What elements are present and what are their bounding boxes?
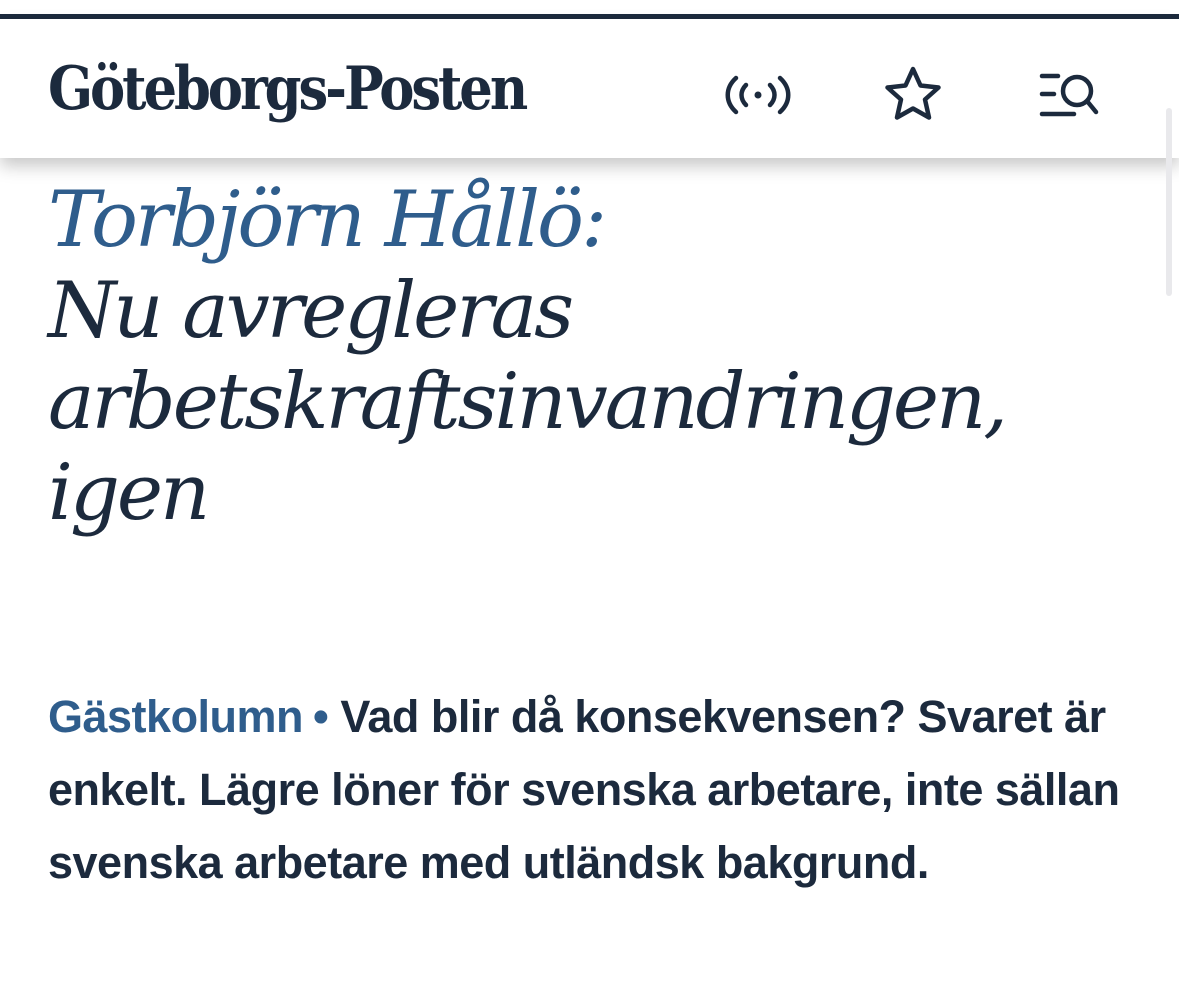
star-icon: [882, 64, 944, 126]
live-radio-icon: [722, 70, 794, 120]
menu-search-button[interactable]: [1033, 59, 1105, 131]
site-header: Göteborgs-Posten: [0, 19, 1179, 158]
site-logo[interactable]: Göteborgs-Posten: [48, 49, 528, 129]
favorites-button[interactable]: [877, 59, 949, 131]
live-button[interactable]: [722, 59, 794, 131]
article-title-line: arbetskraftsinvandringen,: [48, 357, 1008, 447]
scrollbar[interactable]: [1166, 108, 1172, 296]
article-headline: Torbjörn Hållö: Nu avregleras arbetskraf…: [48, 175, 1148, 539]
article-lead: Gästkolumn • Vad blir då konsekvensen? Sva…: [48, 680, 1138, 899]
separator-dot: •: [313, 691, 329, 742]
article-title-line: Nu avregleras: [48, 266, 574, 356]
article-author[interactable]: Torbjörn Hållö:: [48, 175, 1148, 266]
article-title-line: igen: [48, 448, 210, 538]
section-label[interactable]: Gästkolumn: [48, 691, 304, 742]
menu-search-icon: [1036, 67, 1102, 123]
